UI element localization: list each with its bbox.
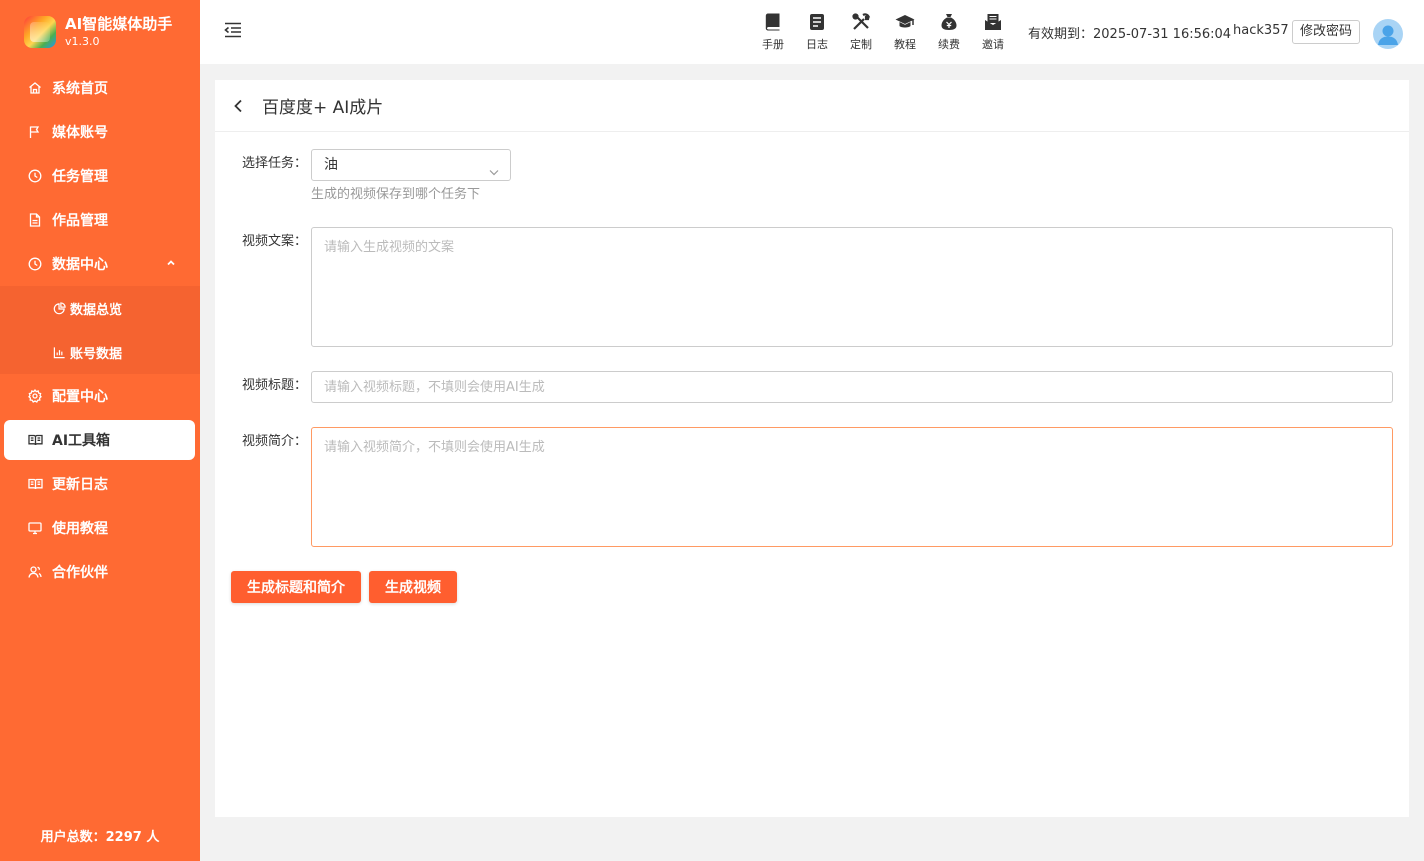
top-header: 手册 日志 定制 教程 续费 邀请 有效期到：2025-07-31 16:56:…	[200, 0, 1424, 64]
toolbar-custom-button[interactable]: 定制	[839, 12, 883, 52]
submenu-data-center: 数据总览 账号数据	[0, 286, 200, 374]
sidebar-item-media-accounts[interactable]: 媒体账号	[0, 110, 200, 154]
sidebar-item-label: 使用教程	[52, 521, 108, 537]
app-title: AI智能媒体助手	[65, 15, 173, 33]
flag-icon	[27, 124, 43, 140]
sidebar-item-label: 媒体账号	[52, 125, 108, 141]
sidebar-item-ai-toolbox[interactable]: AI工具箱	[4, 420, 195, 460]
copy-label: 视频文案：	[242, 234, 308, 249]
toolbar-label: 教程	[894, 38, 916, 51]
sidebar-item-label: AI工具箱	[52, 433, 111, 449]
book-icon	[27, 476, 43, 492]
book-icon	[763, 12, 783, 32]
expiry-text: 有效期到：2025-07-31 16:56:04	[1028, 27, 1232, 42]
sidebar-item-tasks[interactable]: 任务管理	[0, 154, 200, 198]
main-card: 百度度+ AI成片 选择任务： 油 生成的视频保存到哪个任务下 视频文案： 视频…	[215, 80, 1409, 817]
back-arrow-icon[interactable]	[233, 99, 247, 113]
task-label: 选择任务：	[242, 156, 308, 171]
graduation-cap-icon	[895, 12, 915, 32]
task-select[interactable]: 油	[311, 149, 511, 181]
page-header: 百度度+ AI成片	[215, 80, 1409, 132]
username: hack357	[1233, 23, 1289, 38]
toolbar-renew-button[interactable]: 续费	[927, 12, 971, 52]
book-icon	[27, 432, 43, 448]
clock-icon	[27, 168, 43, 184]
toolbar-manual-button[interactable]: 手册	[751, 12, 795, 52]
users-icon	[27, 564, 43, 580]
toolbar-label: 手册	[762, 38, 784, 51]
sidebar-item-label: 任务管理	[52, 169, 108, 185]
video-title-input[interactable]	[311, 371, 1393, 403]
menu-collapse-icon[interactable]	[224, 22, 242, 40]
app-logo-icon	[24, 16, 56, 48]
toolbar-invite-button[interactable]: 邀请	[971, 12, 1015, 52]
toolbar-tutorial-button[interactable]: 教程	[883, 12, 927, 52]
sidebar-item-works[interactable]: 作品管理	[0, 198, 200, 242]
gear-icon	[27, 388, 43, 404]
monitor-icon	[27, 520, 43, 536]
app-version: v1.3.0	[65, 35, 100, 48]
sidebar-item-label: 更新日志	[52, 477, 108, 493]
sidebar-item-data-overview[interactable]: 数据总览	[0, 286, 200, 330]
video-copy-textarea[interactable]	[311, 227, 1393, 347]
sidebar-item-label: 合作伙伴	[52, 565, 108, 581]
brand: AI智能媒体助手 v1.3.0	[0, 0, 200, 64]
sidebar-item-label: 系统首页	[52, 81, 108, 97]
sidebar: AI智能媒体助手 v1.3.0 系统首页 媒体账号 任务管理 作品管理 数据中心…	[0, 0, 200, 861]
sidebar-item-partners[interactable]: 合作伙伴	[0, 550, 200, 594]
sidebar-item-label: 账号数据	[70, 346, 123, 362]
bar-chart-icon	[52, 345, 66, 359]
toolbar-label: 定制	[850, 38, 872, 51]
log-icon	[807, 12, 827, 32]
page-title: 百度度+ AI成片	[262, 98, 384, 118]
task-help-text: 生成的视频保存到哪个任务下	[311, 187, 481, 202]
chevron-up-icon	[166, 256, 176, 272]
sidebar-item-label: 作品管理	[52, 213, 108, 229]
chevron-down-icon	[488, 159, 500, 189]
pie-chart-icon	[52, 301, 66, 315]
toolbar-label: 续费	[938, 38, 960, 51]
sidebar-item-label: 数据中心	[52, 257, 108, 273]
money-bag-icon	[939, 12, 959, 32]
user-count: 用户总数：2297 人	[40, 830, 160, 845]
sidebar-menu: 系统首页 媒体账号 任务管理 作品管理 数据中心 数据总览 账号数据 配置中心 …	[0, 66, 200, 594]
sidebar-item-home[interactable]: 系统首页	[0, 66, 200, 110]
sidebar-item-data-center[interactable]: 数据中心	[0, 242, 200, 286]
change-password-button[interactable]: 修改密码	[1292, 20, 1361, 44]
sidebar-item-changelog[interactable]: 更新日志	[0, 462, 200, 506]
header-toolbar: 手册 日志 定制 教程 续费 邀请	[751, 12, 1015, 52]
generate-video-button[interactable]: 生成视频	[369, 571, 457, 603]
toolbar-log-button[interactable]: 日志	[795, 12, 839, 52]
document-icon	[27, 212, 43, 228]
mail-icon	[983, 12, 1003, 32]
sidebar-item-account-data[interactable]: 账号数据	[0, 330, 200, 374]
task-select-value: 油	[324, 157, 338, 173]
toolbar-label: 邀请	[982, 38, 1004, 51]
clock-icon	[27, 256, 43, 272]
sidebar-item-label: 数据总览	[70, 302, 123, 318]
toolbar-label: 日志	[806, 38, 828, 51]
sidebar-item-tutorial[interactable]: 使用教程	[0, 506, 200, 550]
video-intro-textarea[interactable]	[311, 427, 1393, 547]
generate-title-intro-button[interactable]: 生成标题和简介	[231, 571, 361, 603]
tools-icon	[851, 12, 871, 32]
intro-label: 视频简介：	[242, 434, 308, 449]
sidebar-item-label: 配置中心	[52, 389, 108, 405]
home-icon	[27, 80, 43, 96]
video-title-label: 视频标题：	[242, 378, 308, 393]
avatar[interactable]	[1373, 19, 1403, 49]
sidebar-item-config[interactable]: 配置中心	[0, 374, 200, 418]
